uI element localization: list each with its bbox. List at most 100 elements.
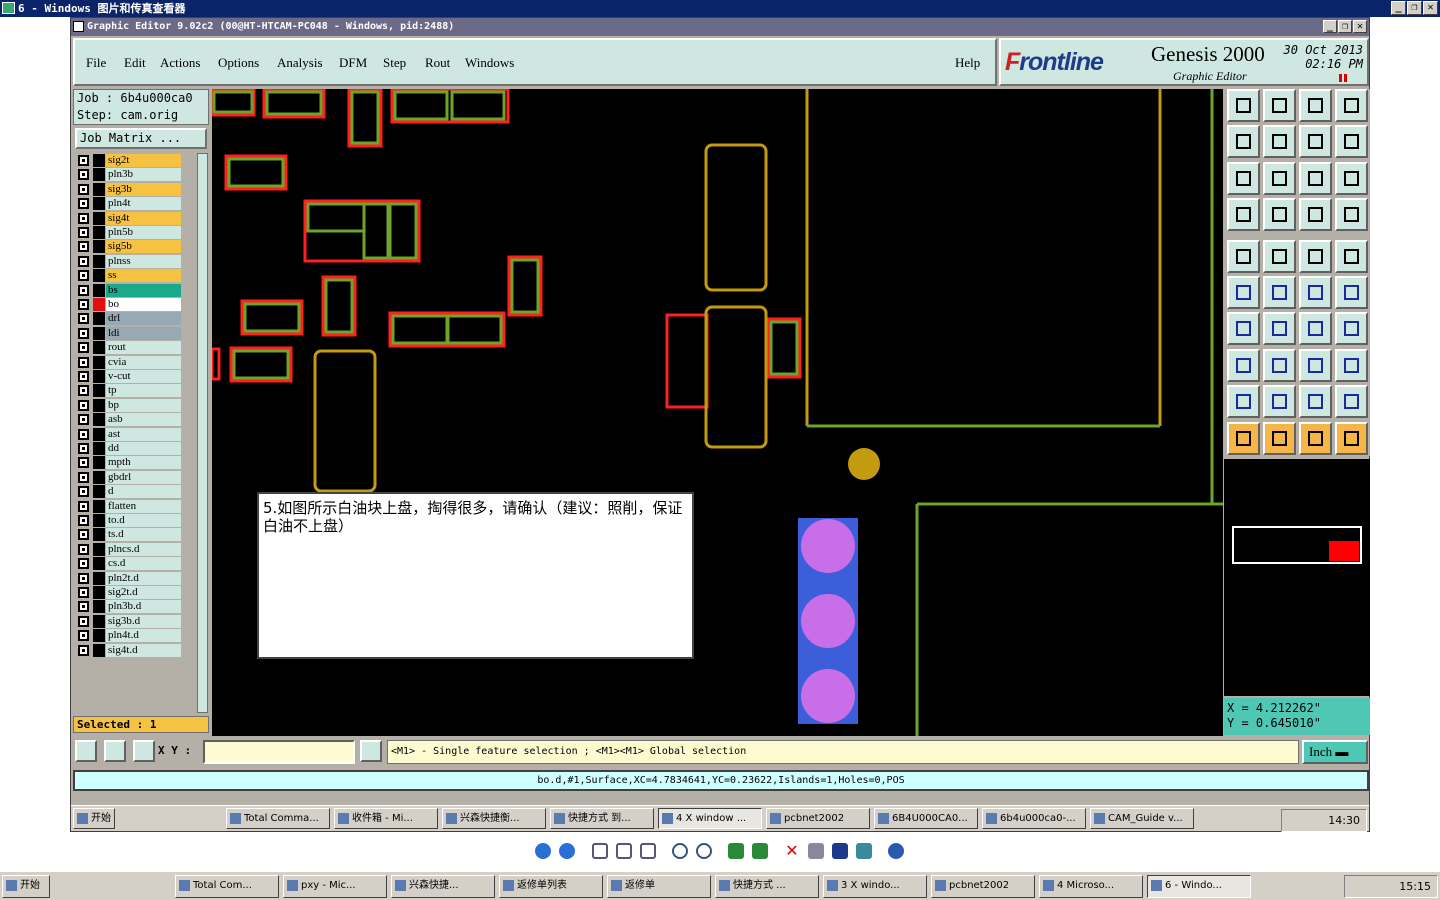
layer-row[interactable]: cs.d (75, 557, 185, 571)
layer-row[interactable]: pln3b.d (75, 600, 185, 614)
start-button[interactable]: 开始 (2, 875, 50, 898)
menu-analysis[interactable]: Analysis (277, 55, 323, 71)
layer-name[interactable]: bo (106, 298, 181, 311)
grid-toggle-icon[interactable] (1263, 198, 1296, 232)
home-icon[interactable] (1299, 89, 1332, 122)
layer-row[interactable]: v-cut (75, 370, 185, 383)
app-close-icon[interactable]: ✕ (1353, 20, 1367, 33)
layer-checkbox[interactable] (78, 371, 89, 382)
layer-checkbox[interactable] (78, 284, 89, 296)
zoom-center-icon[interactable] (1227, 161, 1260, 195)
app-minimize-icon[interactable]: _ (1323, 20, 1337, 33)
layer-row[interactable]: flatten (75, 499, 185, 513)
layer-name[interactable]: d (106, 485, 181, 499)
taskbar-item[interactable]: 快捷方式 ... (715, 875, 819, 898)
layer-name[interactable]: sig5b (106, 240, 181, 254)
layer-row[interactable]: sig3b.d (75, 614, 185, 628)
layer-checkbox[interactable] (78, 414, 89, 426)
layer-name[interactable]: ts.d (106, 528, 181, 542)
layer-row[interactable]: asb (75, 413, 185, 427)
layer-row[interactable]: bs (75, 283, 185, 297)
layer-row[interactable]: tp (75, 384, 185, 398)
actual-size-icon[interactable] (616, 843, 632, 859)
info-icon[interactable] (360, 740, 382, 762)
layer-name[interactable]: pln3b (106, 168, 181, 182)
best-fit-icon[interactable] (592, 843, 608, 859)
layer-select-icon[interactable] (1335, 198, 1368, 232)
taskbar-item[interactable]: 返修单列表 (499, 875, 603, 898)
inner-taskbar-item[interactable]: 兴森快捷衡... (442, 808, 546, 829)
node-icon[interactable] (1299, 276, 1332, 309)
layer-row[interactable]: ast (75, 427, 185, 441)
save-layer-icon[interactable] (1263, 89, 1296, 122)
node-pair-icon[interactable] (1335, 276, 1368, 309)
outline-icon[interactable] (1263, 239, 1296, 273)
layer-name[interactable]: sig4t.d (106, 643, 181, 657)
layer-row[interactable]: pln2t.d (75, 571, 185, 585)
layer-name[interactable]: sig2t.d (106, 586, 181, 599)
layer-name[interactable]: tp (106, 384, 181, 398)
xy-input[interactable] (203, 740, 355, 764)
layer-checkbox[interactable] (78, 587, 89, 598)
layer-checkbox[interactable] (78, 183, 89, 195)
layer-row[interactable]: ss (75, 269, 185, 283)
taskbar-item[interactable]: 兴森快捷... (391, 875, 495, 898)
layer-name[interactable]: mpth (106, 456, 181, 470)
layer-checkbox[interactable] (78, 169, 89, 181)
layer-row[interactable]: ts.d (75, 528, 185, 542)
layer-row[interactable]: rout (75, 341, 185, 355)
layer-checkbox[interactable] (78, 356, 89, 368)
dash-icon[interactable] (1263, 348, 1296, 382)
pad-add-icon[interactable] (1227, 239, 1260, 273)
connect-icon[interactable] (1227, 276, 1260, 309)
menu-rout[interactable]: Rout (425, 55, 450, 71)
text-a-icon[interactable] (1263, 385, 1296, 419)
layer-name[interactable]: rout (106, 341, 181, 355)
pan-right-icon[interactable] (1263, 125, 1296, 159)
cross-icon[interactable] (1263, 276, 1296, 309)
rotate-clockwise-icon[interactable] (728, 843, 744, 859)
minimize-icon[interactable]: _ (1391, 1, 1406, 15)
layer-checkbox[interactable] (78, 241, 89, 253)
select-arrow-icon[interactable] (1263, 421, 1296, 455)
select-move-icon[interactable] (1299, 421, 1332, 455)
scale-1-to-1-icon[interactable] (1299, 161, 1332, 195)
menu-file[interactable]: File (86, 55, 106, 71)
menu-windows[interactable]: Windows (465, 55, 514, 71)
layer-row[interactable]: pln5b (75, 226, 185, 239)
layer-checkbox[interactable] (78, 255, 89, 267)
menu-step[interactable]: Step (383, 55, 406, 71)
layer-name[interactable]: pln4t (106, 197, 181, 211)
layer-checkbox[interactable] (78, 529, 89, 541)
layer-name[interactable]: v-cut (106, 370, 181, 383)
inner-taskbar-item[interactable]: 快捷方式 到... (550, 808, 654, 829)
zoom-fit-icon[interactable] (1299, 125, 1332, 159)
layer-name[interactable]: pln2t.d (106, 571, 181, 585)
open-step-icon[interactable] (1227, 89, 1260, 122)
taskbar-item[interactable]: 6 - Windo... (1147, 875, 1251, 898)
layer-checkbox[interactable] (78, 385, 89, 397)
layer-row[interactable]: pln4t (75, 197, 185, 211)
layer-row[interactable]: cvia (75, 355, 185, 369)
layer-row[interactable]: plnss (75, 254, 185, 268)
inner-taskbar-item[interactable]: pcbnet2002 (766, 808, 870, 829)
layer-row[interactable]: bo (75, 298, 185, 311)
layer-row[interactable]: ldi (75, 326, 185, 340)
ruler-icon[interactable] (1299, 239, 1332, 273)
menu-help[interactable]: Help (955, 55, 980, 71)
layer-name[interactable]: asb (106, 413, 181, 427)
snap-tool-icon[interactable] (1227, 198, 1260, 232)
layer-name[interactable]: to.d (106, 514, 181, 527)
taskbar-item[interactable]: pxy - Mic... (283, 875, 387, 898)
pad-snap-icon[interactable] (1227, 348, 1260, 382)
text-a-bold-icon[interactable] (1299, 385, 1332, 419)
zoom-out-icon[interactable] (696, 843, 712, 859)
layer-checkbox[interactable] (78, 155, 89, 166)
layer-name[interactable]: flatten (106, 499, 181, 513)
edit-icon[interactable] (856, 843, 872, 859)
grid-icon[interactable] (133, 740, 155, 762)
layer-checkbox[interactable] (78, 327, 89, 339)
layer-checkbox[interactable] (78, 227, 89, 238)
layer-row[interactable]: sig3b (75, 182, 185, 196)
inner-taskbar-item[interactable]: 6B4U000CA0... (874, 808, 978, 829)
